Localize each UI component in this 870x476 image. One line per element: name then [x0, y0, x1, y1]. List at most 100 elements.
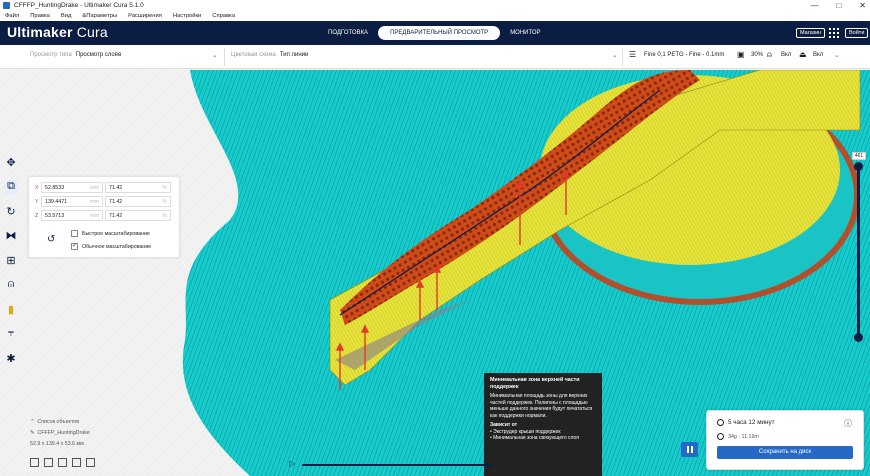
object-dimensions: 52.9 x 139.4 x 53.6 мм	[30, 441, 84, 447]
per-model-settings-tool[interactable]: ⊞	[0, 248, 22, 273]
spool-icon	[717, 433, 724, 440]
scale-z-percent-field[interactable]: 71.42%	[105, 210, 171, 221]
stage-tabs: ПОДГОТОВКА ПРЕДВАРИТЕЛЬНЫЙ ПРОСМОТР МОНИ…	[318, 26, 551, 40]
menu-bar: Файл Правка Вид &Параметры Расширения На…	[0, 11, 870, 21]
scale-row-x: X 52.8533 mm 71.42%	[35, 182, 171, 193]
chevron-down-icon: ⌄	[212, 52, 218, 59]
scale-icon: ⧉	[4, 179, 18, 194]
scale-y-mm-field[interactable]: 139.4471 mm	[41, 196, 103, 207]
scale-x-percent-field[interactable]: 71.42%	[105, 182, 171, 193]
support-blocker-icon: ⍝	[7, 278, 15, 291]
rotate-icon: ↻	[6, 205, 16, 218]
menu-preferences[interactable]: Настройки	[173, 13, 201, 19]
color-scheme-select[interactable]: Цветовая схема Тип линии	[231, 52, 308, 58]
scale-panel: X 52.8533 mm 71.42% Y 139.4471 mm 71.42% Z…	[28, 176, 180, 258]
chevron-down-icon: ⌄	[612, 52, 618, 59]
left-view-icon[interactable]	[72, 458, 81, 467]
support-icon: ⍝	[767, 50, 772, 59]
tool-bar: ✥ ⧉ ↻ ⧓ ⊞ ⍝ ▮ ⫧ ✱	[0, 150, 22, 371]
menu-settings[interactable]: &Параметры	[82, 13, 117, 19]
custom-support-icon: ✱	[6, 352, 16, 365]
object-list-toggle[interactable]: ⌃ Список объектов	[30, 419, 90, 425]
per-model-settings-icon: ⊞	[6, 254, 16, 267]
top-view-icon[interactable]	[58, 458, 67, 467]
view-type-label: Просмотр типа	[30, 52, 72, 58]
marketplace-button[interactable]: Магазин	[796, 28, 826, 38]
simulation-progress-track[interactable]	[302, 464, 492, 466]
maximize-button[interactable]: □	[836, 0, 841, 11]
app-header: Ultimaker Cura ПОДГОТОВКА ПРЕДВАРИТЕЛЬНЫ…	[0, 21, 870, 45]
object-list: ⌃ Список объектов ✎ CFFFP_HuntingDrake 5…	[30, 419, 90, 452]
3d-view-icon[interactable]	[30, 458, 39, 467]
minimize-button[interactable]: —	[810, 0, 818, 11]
extruder-tool[interactable]: ▮	[0, 297, 22, 322]
tree-support-tool[interactable]: ⫧	[0, 322, 22, 347]
uniform-scaling-checkbox[interactable]: ✓ Обычное масштабирование	[71, 243, 151, 250]
cura-app-icon	[3, 2, 10, 9]
snap-scaling-checkbox[interactable]: Быстрое масштабирование	[71, 230, 150, 237]
title-bar: CFFFP_HuntingDrake - Ultimaker Cura 5.1.…	[0, 0, 870, 11]
layer-slider-top-handle[interactable]	[854, 162, 863, 171]
info-icon[interactable]: ⓘ	[844, 418, 852, 429]
layer-number: 461	[852, 152, 866, 160]
scale-y-percent-field[interactable]: 71.42%	[105, 196, 171, 207]
menu-view[interactable]: Вид	[61, 13, 72, 19]
signin-button[interactable]: Войти	[845, 28, 869, 38]
custom-support-tool[interactable]: ✱	[0, 346, 22, 371]
checkbox-empty-icon	[71, 230, 78, 237]
print-summary-panel: 5 часа 12 минут 34g · 11.19m ⓘ Сохранить…	[706, 410, 864, 470]
setting-tooltip: Минимальная зона верхней части поддержек…	[484, 373, 602, 476]
scale-tool[interactable]: ⧉	[0, 175, 22, 200]
layer-slider-bottom-handle[interactable]	[854, 333, 863, 342]
view-type-select[interactable]: Просмотр типа Просмотр слоёв	[30, 52, 121, 58]
rotate-tool[interactable]: ↻	[0, 199, 22, 224]
move-tool[interactable]: ✥	[0, 150, 22, 175]
scale-row-z: Z 53.5713 mm 71.42%	[35, 210, 171, 221]
sliders-icon: ☰	[629, 50, 637, 59]
profile-name: Fine 0,1 PETG - Fine - 0.1mm	[644, 52, 725, 58]
apps-grid-icon[interactable]	[829, 28, 839, 38]
tab-preview[interactable]: ПРЕДВАРИТЕЛЬНЫЙ ПРОСМОТР	[378, 26, 501, 40]
right-view-icon[interactable]	[86, 458, 95, 467]
mirror-icon: ⧓	[5, 230, 17, 243]
clock-icon	[717, 419, 724, 426]
tree-support-icon: ⫧	[7, 327, 15, 340]
mirror-tool[interactable]: ⧓	[0, 224, 22, 249]
pencil-icon: ✎	[30, 430, 35, 436]
color-scheme-label: Цветовая схема	[231, 52, 276, 58]
front-view-icon[interactable]	[44, 458, 53, 467]
menu-help[interactable]: Справка	[212, 13, 235, 19]
move-icon: ✥	[6, 156, 16, 169]
adhesion-icon: ⏏	[799, 50, 807, 59]
ultimaker-cura-logo: Ultimaker Cura	[7, 24, 108, 40]
layer-slider-track[interactable]	[857, 166, 860, 336]
infill-value: 30%	[751, 52, 764, 58]
close-button[interactable]: ✕	[859, 0, 866, 11]
menu-file[interactable]: Файл	[5, 13, 19, 19]
support-value: Вкл	[781, 52, 792, 58]
adhesion-value: Вкл	[813, 52, 824, 58]
scale-x-mm-field[interactable]: 52.8533 mm	[41, 182, 103, 193]
scale-z-mm-field[interactable]: 53.5713 mm	[41, 210, 103, 221]
extruder-icon: ▮	[7, 303, 15, 316]
menu-extensions[interactable]: Расширения	[128, 13, 162, 19]
save-to-disk-button[interactable]: Сохранить на диск	[717, 446, 853, 459]
window-title: CFFFP_HuntingDrake - Ultimaker Cura 5.1.…	[14, 2, 144, 9]
support-blocker-tool[interactable]: ⍝	[0, 273, 22, 298]
tooltip-title: Минимальная зона верхней части поддержек	[490, 377, 580, 390]
menu-edit[interactable]: Правка	[30, 13, 50, 19]
pause-button[interactable]	[681, 442, 698, 457]
stage-toolbar: Просмотр типа Просмотр слоёв ⌄ Цветовая с…	[0, 45, 870, 69]
view-type-value: Просмотр слоёв	[75, 52, 122, 58]
reset-scale-icon[interactable]: ↺	[47, 234, 55, 245]
infill-icon: ▣	[737, 50, 745, 59]
play-icon[interactable]: ▷	[289, 459, 295, 468]
object-name[interactable]: ✎ CFFFP_HuntingDrake	[30, 430, 90, 436]
tab-prepare[interactable]: ПОДГОТОВКА	[318, 26, 378, 40]
chevron-up-icon: ⌃	[30, 419, 35, 425]
tab-monitor[interactable]: МОНИТОР	[500, 26, 550, 40]
scale-row-y: Y 139.4471 mm 71.42%	[35, 196, 171, 207]
tooltip-body: Минимальная площадь зоны для верхних час…	[490, 393, 593, 419]
material-usage: 34g · 11.19m	[717, 433, 759, 440]
tooltip-depends-item: • Минимальная зона связующего слоя	[490, 435, 579, 441]
